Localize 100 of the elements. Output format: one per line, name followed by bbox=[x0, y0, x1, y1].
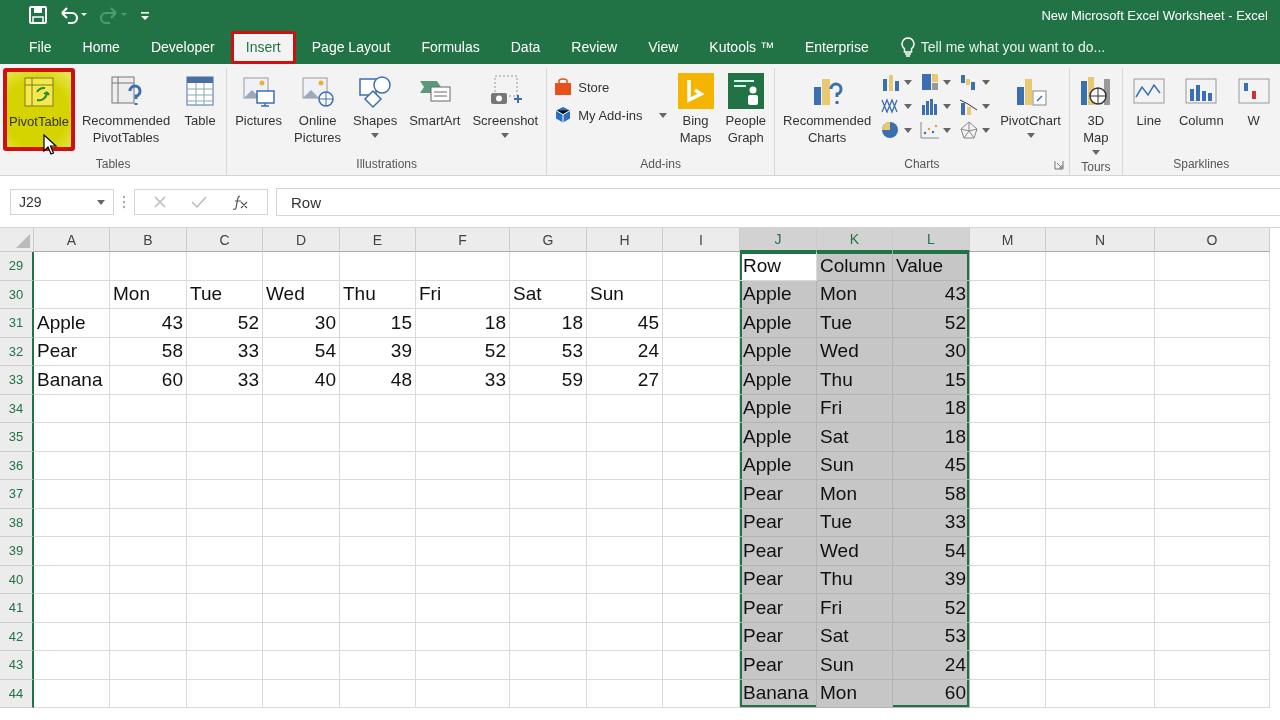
ribbon-button[interactable]: Store bbox=[554, 78, 667, 96]
ribbon-button[interactable]: PivotChart bbox=[995, 68, 1066, 150]
dialog-launcher-icon[interactable] bbox=[1053, 160, 1064, 170]
row-number[interactable]: 39 bbox=[0, 537, 34, 566]
ribbon-tab[interactable]: Insert bbox=[230, 31, 296, 64]
row-number[interactable]: 33 bbox=[0, 366, 34, 395]
table-cell: Sun bbox=[817, 451, 893, 480]
caret-icon bbox=[1091, 149, 1100, 155]
row-number[interactable]: 32 bbox=[0, 337, 34, 366]
row-number[interactable]: 42 bbox=[0, 622, 34, 651]
row-number[interactable]: 41 bbox=[0, 594, 34, 623]
ribbon-button[interactable]: Column bbox=[1173, 68, 1229, 150]
ribbon-tab[interactable]: Kutools ™ bbox=[694, 31, 789, 64]
tell-me-field[interactable]: Tell me what you want to do... bbox=[920, 39, 1151, 55]
letter-b-icon bbox=[677, 73, 714, 109]
ribbon-tab[interactable]: Enterprise bbox=[789, 31, 884, 64]
table-cell: 53 bbox=[510, 337, 587, 366]
ribbon-tab[interactable]: Formulas bbox=[406, 31, 495, 64]
row-number[interactable]: 40 bbox=[0, 565, 34, 594]
cubes-icon bbox=[554, 106, 573, 124]
table-cell: Wed bbox=[263, 280, 340, 309]
waterfall-chart-button[interactable] bbox=[958, 72, 992, 92]
ribbon-tab[interactable]: Home bbox=[67, 31, 135, 64]
column-header[interactable]: E bbox=[340, 228, 416, 252]
column-header[interactable]: A bbox=[34, 228, 110, 252]
column-header[interactable]: I bbox=[663, 228, 740, 252]
table-cell: 40 bbox=[263, 366, 340, 395]
column-header[interactable]: J bbox=[740, 228, 817, 252]
column-header[interactable]: C bbox=[187, 228, 263, 252]
shopping-bag-icon bbox=[554, 78, 573, 96]
table-cell: 54 bbox=[893, 537, 970, 566]
column-chart-button[interactable] bbox=[880, 72, 914, 92]
ribbon-button[interactable]: Shapes bbox=[348, 68, 403, 150]
table-cell: 52 bbox=[187, 309, 263, 338]
row-number[interactable]: 37 bbox=[0, 480, 34, 509]
ribbon-button[interactable]: My Add-ins bbox=[554, 106, 667, 124]
column-header[interactable]: O bbox=[1155, 228, 1270, 252]
caret-icon bbox=[943, 127, 952, 133]
pie-chart-button[interactable] bbox=[880, 120, 914, 140]
ribbon-tab[interactable]: Page Layout bbox=[296, 31, 406, 64]
ribbon-button[interactable]: People Graph bbox=[720, 68, 771, 152]
table-cell: 58 bbox=[893, 480, 970, 509]
table-cell: 52 bbox=[893, 594, 970, 623]
table-cell: Pear bbox=[740, 537, 817, 566]
table-cell: Apple bbox=[740, 394, 817, 423]
row-number[interactable]: 44 bbox=[0, 679, 34, 708]
formula-field[interactable]: Row bbox=[276, 188, 1280, 216]
save-icon[interactable] bbox=[28, 5, 48, 25]
table-cell: Pear bbox=[740, 594, 817, 623]
undo-icon[interactable] bbox=[58, 5, 88, 25]
row-number[interactable]: 36 bbox=[0, 451, 34, 480]
ribbon-tab[interactable]: View bbox=[633, 31, 694, 64]
row-number[interactable]: 30 bbox=[0, 280, 34, 309]
table-cell: Thu bbox=[340, 280, 416, 309]
ribbon-button[interactable]: 3D Map bbox=[1072, 68, 1119, 160]
group-label: Charts bbox=[904, 157, 940, 171]
column-header[interactable]: D bbox=[263, 228, 340, 252]
row-number[interactable]: 35 bbox=[0, 423, 34, 452]
row-number[interactable]: 29 bbox=[0, 252, 34, 281]
group-label: Illustrations bbox=[356, 157, 418, 171]
ribbon-tab[interactable]: Review bbox=[556, 31, 633, 64]
table-cell: 18 bbox=[893, 394, 970, 423]
ribbon-tab[interactable]: Data bbox=[495, 31, 556, 64]
treemap-chart-button[interactable] bbox=[919, 72, 953, 92]
ribbon-button[interactable]: Recommended Charts bbox=[778, 68, 877, 152]
window-title: New Microsoft Excel Worksheet - Excel bbox=[1041, 7, 1268, 23]
ribbon-button[interactable]: Recommended PivotTables bbox=[77, 68, 176, 152]
ribbon-button[interactable]: Pictures bbox=[230, 68, 288, 150]
column-header[interactable]: G bbox=[510, 228, 587, 252]
ribbon-button[interactable]: Screenshot bbox=[467, 68, 544, 150]
column-header[interactable]: H bbox=[587, 228, 663, 252]
ribbon-button[interactable]: W bbox=[1230, 68, 1277, 150]
function-icon[interactable] bbox=[231, 194, 249, 210]
row-number[interactable]: 31 bbox=[0, 309, 34, 338]
table-cell: 24 bbox=[893, 651, 970, 680]
ribbon-button[interactable]: SmartArt bbox=[404, 68, 466, 150]
table-cell: Mon bbox=[817, 679, 893, 708]
scatter-chart-button[interactable] bbox=[919, 120, 953, 140]
ribbon-tab[interactable]: Developer bbox=[135, 31, 230, 64]
name-box[interactable]: J29 bbox=[10, 189, 114, 215]
row-number[interactable]: 34 bbox=[0, 394, 34, 423]
ribbon-button[interactable]: Line bbox=[1125, 68, 1172, 150]
table-cell: Pear bbox=[740, 565, 817, 594]
row-number[interactable]: 38 bbox=[0, 508, 34, 537]
bar-chart-button[interactable] bbox=[919, 96, 953, 116]
row-number[interactable]: 43 bbox=[0, 651, 34, 680]
mouse-pointer-icon bbox=[43, 134, 59, 156]
column-header[interactable]: K bbox=[817, 228, 893, 252]
check-icon[interactable] bbox=[191, 195, 207, 209]
column-header[interactable]: B bbox=[110, 228, 187, 252]
ribbon-button[interactable]: Online Pictures bbox=[289, 68, 347, 152]
column-header[interactable]: L bbox=[893, 228, 970, 252]
ribbon-button[interactable]: Bing Maps bbox=[672, 68, 719, 152]
column-header[interactable]: F bbox=[416, 228, 510, 252]
column-header[interactable]: N bbox=[1046, 228, 1155, 252]
ribbon-tab[interactable]: File bbox=[14, 31, 67, 64]
radar-chart-button[interactable] bbox=[958, 120, 992, 140]
line-chart-button[interactable] bbox=[880, 96, 914, 116]
ribbon-button[interactable]: Table bbox=[177, 68, 224, 150]
column-header[interactable]: M bbox=[970, 228, 1046, 252]
